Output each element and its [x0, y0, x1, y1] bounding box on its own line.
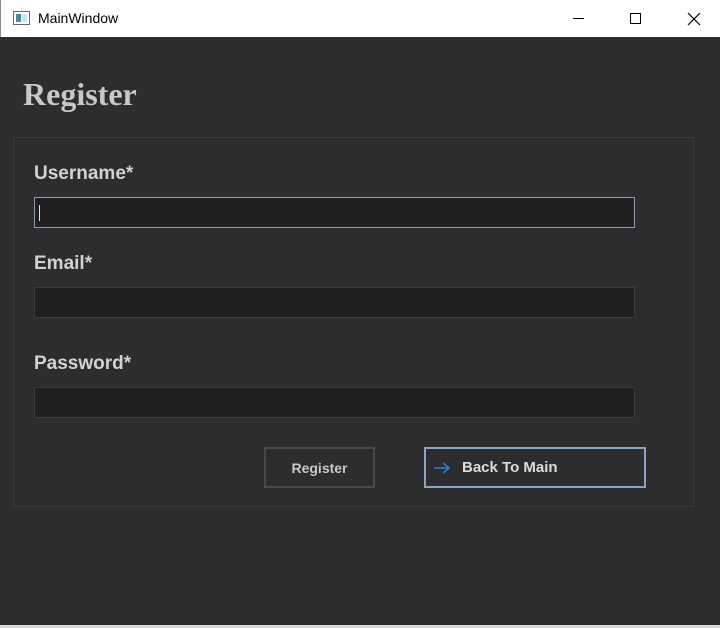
- register-button-label: Register: [291, 459, 348, 476]
- register-button[interactable]: Register: [264, 447, 375, 488]
- close-icon: [687, 12, 701, 25]
- email-field[interactable]: [34, 287, 635, 318]
- text-caret: [39, 205, 40, 221]
- password-label: Password*: [34, 353, 132, 374]
- close-button[interactable]: [671, 0, 717, 37]
- register-form: Username* Email* Password* Register Back…: [13, 137, 694, 507]
- username-field[interactable]: [34, 197, 635, 228]
- main-window: MainWindow Register Username* Email* Pas…: [0, 0, 720, 628]
- back-to-main-button[interactable]: Back To Main: [424, 447, 646, 488]
- username-label: Username*: [34, 163, 134, 184]
- arrow-right-icon: [434, 461, 451, 474]
- title-bar[interactable]: MainWindow: [0, 0, 720, 37]
- email-label: Email*: [34, 253, 93, 274]
- minimize-icon: [572, 18, 584, 19]
- minimize-button[interactable]: [555, 0, 601, 37]
- password-field[interactable]: [34, 387, 635, 418]
- page-title: Register: [23, 76, 137, 112]
- content-area: Register Username* Email* Password* Regi…: [2, 37, 718, 625]
- maximize-icon: [629, 13, 641, 24]
- maximize-button[interactable]: [612, 0, 658, 37]
- app-window-icon: [13, 11, 30, 25]
- back-to-main-label: Back To Main: [462, 459, 558, 476]
- window-title: MainWindow: [38, 10, 119, 26]
